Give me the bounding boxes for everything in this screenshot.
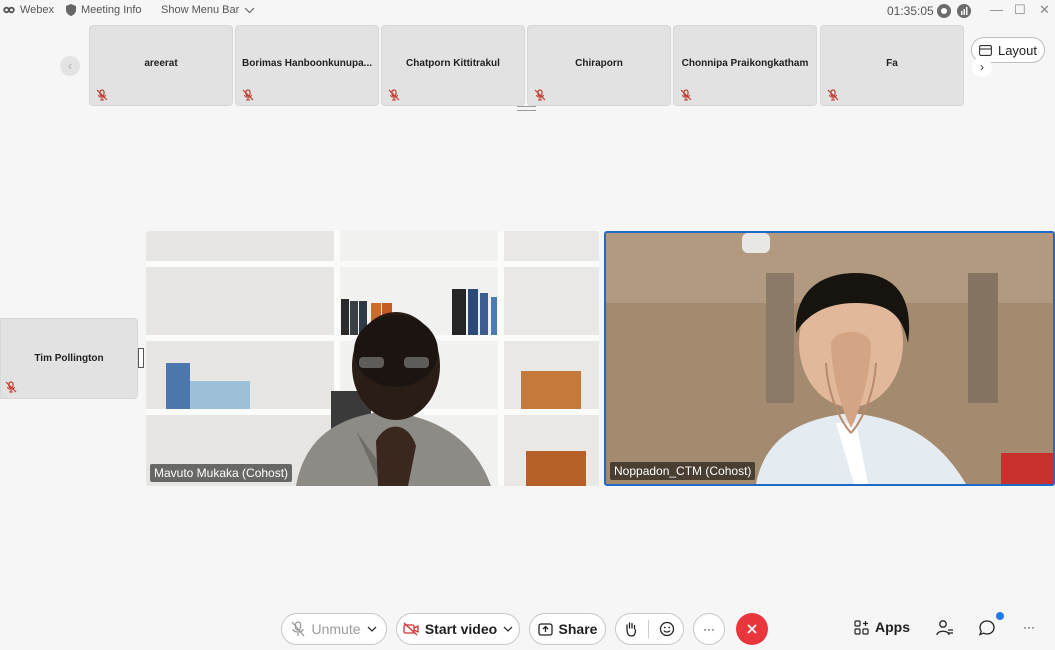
- chevron-down-icon: [244, 7, 255, 13]
- participant-name: Chatporn Kittitrakul: [406, 58, 500, 69]
- shield-icon: [66, 4, 76, 16]
- meeting-info-button[interactable]: Meeting Info: [66, 4, 142, 16]
- video-tile-active-speaker[interactable]: Noppadon_CTM (Cohost): [604, 231, 1055, 486]
- strip-resize-handle[interactable]: [517, 106, 536, 111]
- maximize-icon[interactable]: ☐: [1014, 2, 1026, 18]
- signal-bars-icon: [961, 7, 968, 15]
- muted-mic-icon: [242, 89, 254, 101]
- share-button[interactable]: Share: [529, 613, 606, 645]
- title-bar: Webex Meeting Info Show Menu Bar 01:35:0…: [0, 0, 1055, 22]
- participant-name: Fa: [886, 58, 898, 69]
- participant-name: Tim Pollington: [34, 353, 104, 364]
- video-tile[interactable]: Mavuto Mukaka (Cohost): [146, 231, 599, 486]
- layout-label: Layout: [997, 42, 1038, 58]
- apps-label: Apps: [875, 619, 910, 635]
- muted-mic-icon: [291, 621, 305, 637]
- emoji-reaction-icon[interactable]: [659, 621, 675, 637]
- connection-signal-icon[interactable]: [957, 4, 971, 18]
- app-name: Webex: [20, 4, 55, 16]
- close-icon: [747, 624, 757, 634]
- minimize-icon[interactable]: —: [990, 2, 1003, 17]
- elapsed-time: 01:35:05: [887, 4, 934, 18]
- reactions-group: [615, 613, 684, 645]
- participant-tile[interactable]: areerat: [89, 25, 233, 106]
- muted-mic-icon: [96, 89, 108, 101]
- participant-tile[interactable]: Chiraporn: [527, 25, 671, 106]
- more-options-icon: ···: [703, 622, 715, 636]
- strip-prev-arrow-icon[interactable]: ‹: [60, 56, 80, 76]
- start-video-button[interactable]: Start video: [396, 613, 520, 645]
- webex-logo-icon: [3, 6, 15, 14]
- share-label: Share: [558, 621, 598, 637]
- unmute-label: Unmute: [311, 621, 361, 637]
- muted-mic-icon: [388, 89, 400, 101]
- webex-app-label: Webex: [3, 4, 54, 16]
- participant-name: Chiraporn: [575, 58, 623, 69]
- layout-icon: [979, 44, 992, 56]
- muted-mic-icon: [5, 381, 17, 393]
- participant-name: Borimas Hanboonkunupa...: [242, 58, 373, 69]
- show-menu-bar-label: Show Menu Bar: [161, 4, 240, 16]
- participants-icon[interactable]: [936, 619, 954, 637]
- overflow-menu-icon[interactable]: ···: [1023, 620, 1035, 634]
- meeting-info-label: Meeting Info: [81, 4, 142, 16]
- apps-grid-icon: [854, 619, 869, 635]
- participant-name: Chonnipa Praikongkatham: [681, 58, 809, 69]
- recording-icon[interactable]: [937, 4, 951, 18]
- participant-tile[interactable]: Borimas Hanboonkunupa...: [235, 25, 379, 106]
- unmute-button[interactable]: Unmute: [281, 613, 387, 645]
- participant-name: areerat: [144, 58, 178, 69]
- video-tile-name: Mavuto Mukaka (Cohost): [150, 464, 293, 482]
- chat-icon[interactable]: [978, 619, 996, 637]
- participant-video-image: [146, 231, 599, 486]
- close-icon[interactable]: ✕: [1039, 2, 1050, 18]
- side-participant-tile[interactable]: Tim Pollington: [0, 318, 138, 399]
- apps-button[interactable]: Apps: [854, 619, 910, 635]
- more-options-button[interactable]: ···: [693, 613, 725, 645]
- reactions-divider: [648, 620, 649, 638]
- chevron-down-icon[interactable]: [503, 626, 513, 633]
- participant-tile[interactable]: Chatporn Kittitrakul: [381, 25, 525, 106]
- start-video-label: Start video: [424, 621, 498, 637]
- participant-video-image: [606, 233, 1053, 484]
- strip-next-arrow-icon[interactable]: ›: [972, 57, 992, 77]
- show-menu-bar-button[interactable]: Show Menu Bar: [161, 4, 255, 16]
- panel-resize-handle[interactable]: [138, 348, 144, 368]
- chevron-down-icon[interactable]: [367, 626, 377, 633]
- muted-mic-icon: [827, 89, 839, 101]
- video-off-icon: [403, 622, 419, 636]
- participant-tile[interactable]: Fa: [820, 25, 964, 106]
- raise-hand-icon[interactable]: [624, 621, 638, 637]
- leave-meeting-button[interactable]: [736, 613, 768, 645]
- participant-tile[interactable]: Chonnipa Praikongkatham: [673, 25, 817, 106]
- muted-mic-icon: [680, 89, 692, 101]
- video-tile-name: Noppadon_CTM (Cohost): [610, 462, 756, 480]
- share-screen-icon: [537, 622, 553, 636]
- chat-notification-badge: [996, 612, 1004, 620]
- muted-mic-icon: [534, 89, 546, 101]
